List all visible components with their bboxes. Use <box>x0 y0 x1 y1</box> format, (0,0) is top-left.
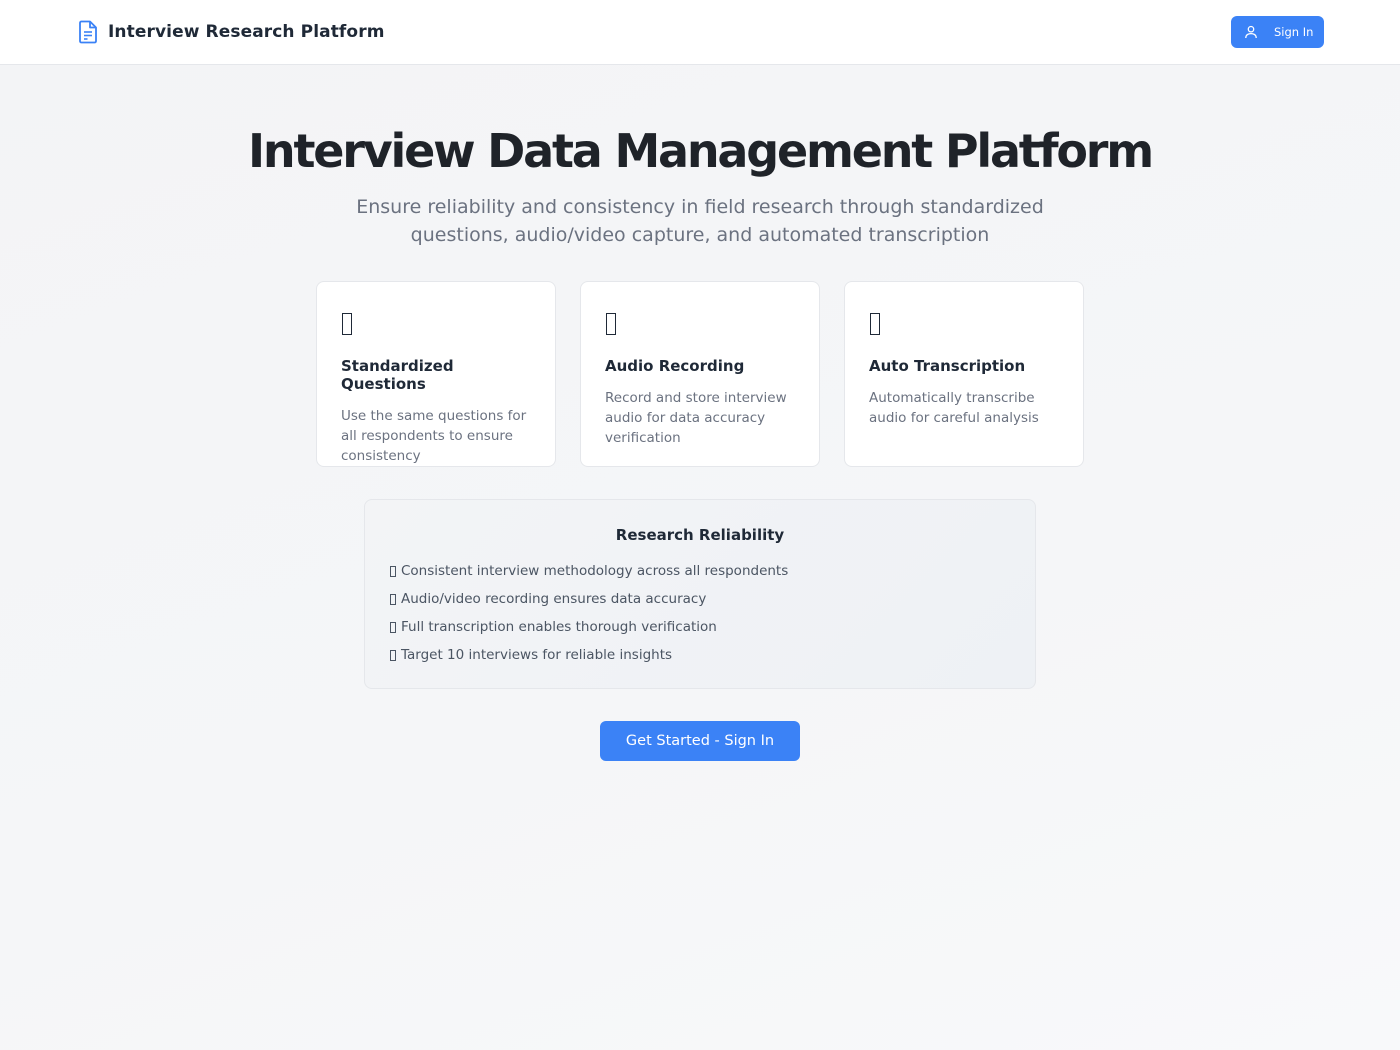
list-item-text: Consistent interview methodology across … <box>401 563 789 579</box>
list-item-text: Target 10 interviews for reliable insigh… <box>401 647 673 663</box>
sign-in-button[interactable]: Sign In <box>1231 16 1324 48</box>
missing-glyph-icon <box>606 313 616 335</box>
top-nav-bar: Interview Research Platform Sign In <box>0 0 1400 65</box>
feature-card-title: Auto Transcription <box>869 357 1026 375</box>
feature-card-standardized-questions: Standardized Questions Use the same ques… <box>316 281 556 467</box>
user-icon <box>1245 25 1257 39</box>
page-title: Interview Data Management Platform <box>247 124 1154 178</box>
research-reliability-panel: Research Reliability Consistent intervie… <box>364 499 1036 689</box>
missing-glyph-icon <box>390 565 396 577</box>
missing-glyph-icon <box>390 649 396 661</box>
list-item-text: Full transcription enables thorough veri… <box>401 619 717 635</box>
missing-glyph-icon <box>870 313 880 335</box>
list-item-text: Audio/video recording ensures data accur… <box>401 591 707 607</box>
reliability-list: Consistent interview methodology across … <box>390 557 1010 669</box>
missing-glyph-icon <box>390 593 396 605</box>
feature-card-description: Use the same questions for all responden… <box>341 408 527 464</box>
feature-card-audio-recording: Audio Recording Record and store intervi… <box>580 281 820 467</box>
brand-title: Interview Research Platform <box>108 22 385 42</box>
list-item: Audio/video recording ensures data accur… <box>390 585 1010 613</box>
missing-glyph-icon <box>390 621 396 633</box>
brand[interactable]: Interview Research Platform <box>78 20 385 44</box>
reliability-title: Research Reliability <box>615 526 785 544</box>
feature-card-title: Standardized Questions <box>341 357 454 393</box>
document-icon <box>79 20 97 44</box>
list-item: Full transcription enables thorough veri… <box>390 613 1010 641</box>
list-item: Consistent interview methodology across … <box>390 557 1010 585</box>
feature-card-description: Record and store interview audio for dat… <box>605 390 787 446</box>
feature-card-title: Audio Recording <box>605 357 745 375</box>
get-started-button[interactable]: Get Started - Sign In <box>600 721 800 761</box>
feature-card-auto-transcription: Auto Transcription Automatically transcr… <box>844 281 1084 467</box>
list-item: Target 10 interviews for reliable insigh… <box>390 641 1010 669</box>
missing-glyph-icon <box>342 313 352 335</box>
page-subtitle: Ensure reliability and consistency in fi… <box>356 196 1044 246</box>
feature-card-description: Automatically transcribe audio for caref… <box>869 390 1039 426</box>
sign-in-label: Sign In <box>1274 25 1314 39</box>
